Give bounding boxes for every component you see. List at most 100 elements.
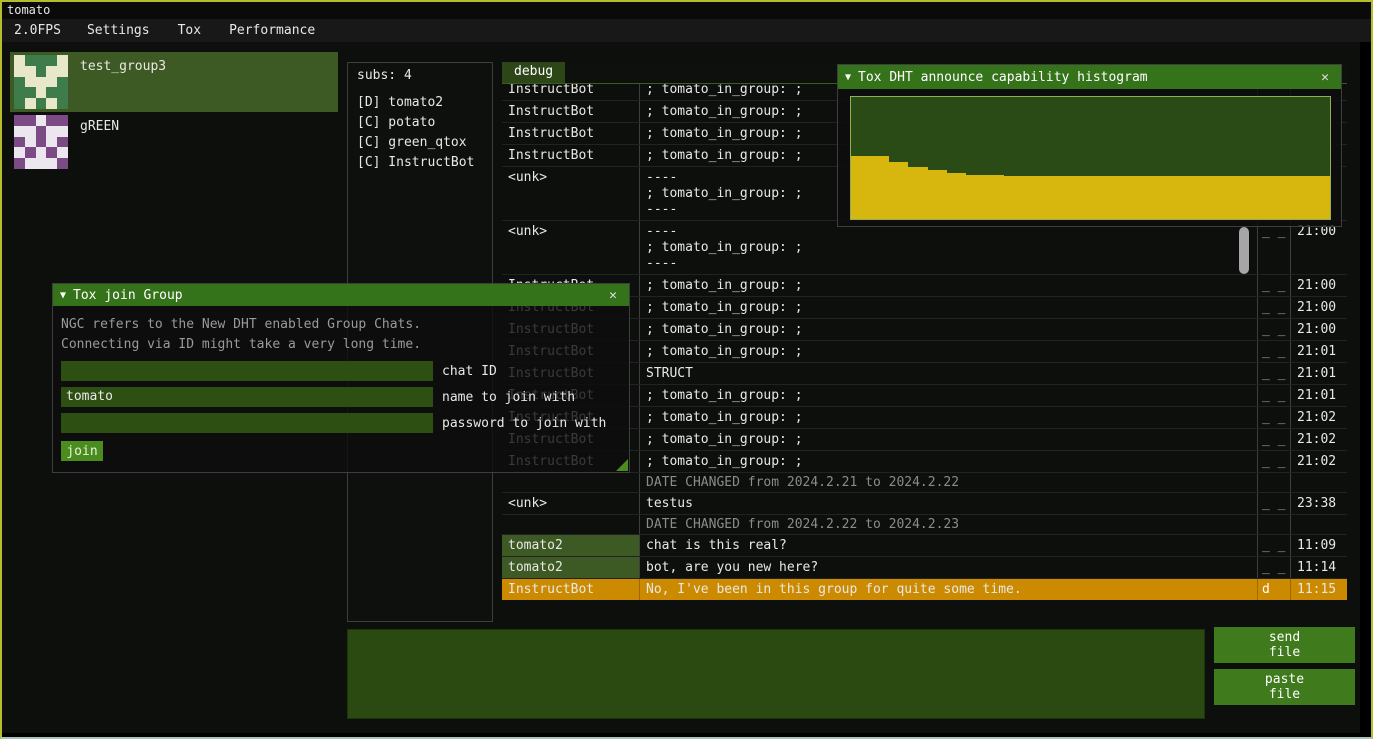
tab-debug[interactable]: debug xyxy=(502,62,565,83)
paste-file-button[interactable]: paste file xyxy=(1214,669,1355,705)
menu-item-settings[interactable]: Settings xyxy=(73,23,164,38)
message-flags: d xyxy=(1257,579,1290,600)
histogram-bar xyxy=(908,167,927,219)
avatar-pixel xyxy=(36,115,47,126)
avatar-pixel xyxy=(46,115,57,126)
avatar-pixel xyxy=(14,55,25,66)
message-text: ; tomato_in_group: ; xyxy=(639,341,1257,362)
message-time: 11:14 xyxy=(1290,557,1347,578)
date-separator: DATE CHANGED from 2024.2.22 to 2024.2.23 xyxy=(502,514,1347,534)
avatar-pixel xyxy=(46,55,57,66)
resize-grip[interactable] xyxy=(616,459,628,471)
avatar-pixel xyxy=(57,115,68,126)
message-time: 21:02 xyxy=(1290,451,1347,472)
contact-item[interactable]: test_group3 xyxy=(10,52,338,112)
avatar-pixel xyxy=(25,98,36,109)
message-time: 21:00 xyxy=(1290,275,1347,296)
dht-histogram-titlebar[interactable]: ▼ Tox DHT announce capability histogram … xyxy=(838,65,1341,89)
menu-item-performance[interactable]: Performance xyxy=(215,23,329,38)
avatar-pixel xyxy=(25,147,36,158)
help-text-line: Connecting via ID might take a very long… xyxy=(61,335,621,355)
avatar-pixel xyxy=(25,115,36,126)
message-time: 21:00 xyxy=(1290,297,1347,318)
join-button[interactable]: join xyxy=(61,441,103,461)
avatar-pixel xyxy=(14,66,25,77)
avatar-pixel xyxy=(36,77,47,88)
message-time: 21:01 xyxy=(1290,363,1347,384)
message-flags: _ _ xyxy=(1257,363,1290,384)
join-group-title: Tox join Group xyxy=(73,288,183,303)
member-list-item[interactable]: [C] green_qtox xyxy=(357,133,483,153)
avatar xyxy=(14,55,68,109)
window-title: tomato xyxy=(7,3,50,17)
avatar-pixel xyxy=(46,77,57,88)
join-group-titlebar[interactable]: ▼ Tox join Group ✕ xyxy=(53,284,629,306)
join-fields: chat IDtomatoname to join withpassword t… xyxy=(61,361,621,433)
avatar-pixel xyxy=(57,126,68,137)
chat-scrollbar[interactable] xyxy=(1239,227,1249,274)
close-icon[interactable]: ✕ xyxy=(1316,70,1334,85)
avatar-pixel xyxy=(25,158,36,169)
message-row[interactable]: tomato2bot, are you new here?_ _11:14 xyxy=(502,556,1347,578)
message-input[interactable] xyxy=(347,629,1205,719)
message-author: tomato2 xyxy=(502,535,639,556)
fps-counter: 2.0FPS xyxy=(2,23,73,38)
contact-name: test_group3 xyxy=(80,59,166,74)
join-password-input[interactable] xyxy=(61,413,433,433)
histogram-bar xyxy=(1253,176,1272,219)
collapse-icon[interactable]: ▼ xyxy=(845,72,851,83)
message-author: InstructBot xyxy=(502,101,639,122)
avatar-pixel xyxy=(14,147,25,158)
histogram-bar xyxy=(1100,176,1119,219)
histogram-bar xyxy=(928,170,947,219)
member-list-item[interactable]: [C] potato xyxy=(357,113,483,133)
join-field-row: chat ID xyxy=(61,361,621,381)
message-time: 21:00 xyxy=(1290,221,1347,274)
avatar-pixel xyxy=(46,98,57,109)
send-file-button[interactable]: send file xyxy=(1214,627,1355,663)
message-flags: _ _ xyxy=(1257,319,1290,340)
collapse-icon[interactable]: ▼ xyxy=(60,290,66,301)
member-list-item[interactable]: [D] tomato2 xyxy=(357,93,483,113)
message-text: chat is this real? xyxy=(639,535,1257,556)
avatar-pixel xyxy=(25,87,36,98)
contact-item[interactable]: gREEN xyxy=(10,112,338,172)
date-changed-text: DATE CHANGED from 2024.2.22 to 2024.2.23 xyxy=(639,515,1257,534)
avatar-pixel xyxy=(57,55,68,66)
message-text: STRUCT xyxy=(639,363,1257,384)
join-field-row: tomatoname to join with xyxy=(61,387,621,407)
histogram-bar xyxy=(1177,176,1196,219)
message-flags: _ _ xyxy=(1257,407,1290,428)
menu-item-tox[interactable]: Tox xyxy=(164,23,215,38)
message-row[interactable]: <unk>---- ; tomato_in_group: ; ----_ _21… xyxy=(502,220,1347,274)
member-list-item[interactable]: [C] InstructBot xyxy=(357,153,483,173)
avatar-pixel xyxy=(36,66,47,77)
message-time: 21:01 xyxy=(1290,341,1347,362)
avatar-pixel xyxy=(36,147,47,158)
message-time xyxy=(1290,515,1347,534)
message-row[interactable]: <unk>testus_ _23:38 xyxy=(502,492,1347,514)
message-time xyxy=(1290,473,1347,492)
message-text: ; tomato_in_group: ; xyxy=(639,319,1257,340)
message-text: ; tomato_in_group: ; xyxy=(639,297,1257,318)
message-flags: _ _ xyxy=(1257,557,1290,578)
dht-histogram-window: ▼ Tox DHT announce capability histogram … xyxy=(837,64,1342,227)
message-time: 21:02 xyxy=(1290,407,1347,428)
avatar-pixel xyxy=(46,147,57,158)
histogram-bar xyxy=(1119,176,1138,219)
window-titlebar: tomato xyxy=(2,2,1371,19)
message-author: InstructBot xyxy=(502,145,639,166)
message-row[interactable]: tomato2chat is this real?_ _11:09 xyxy=(502,534,1347,556)
join-name-input[interactable]: tomato xyxy=(61,387,433,407)
message-flags: _ _ xyxy=(1257,341,1290,362)
chat-id-input[interactable] xyxy=(61,361,433,381)
close-icon[interactable]: ✕ xyxy=(604,288,622,303)
message-flags: _ _ xyxy=(1257,297,1290,318)
avatar-pixel xyxy=(25,55,36,66)
avatar-pixel xyxy=(36,87,47,98)
message-author xyxy=(502,515,639,534)
message-row[interactable]: InstructBotNo, I've been in this group f… xyxy=(502,578,1347,600)
histogram-bar xyxy=(1158,176,1177,219)
message-text: testus xyxy=(639,493,1257,514)
message-time: 23:38 xyxy=(1290,493,1347,514)
